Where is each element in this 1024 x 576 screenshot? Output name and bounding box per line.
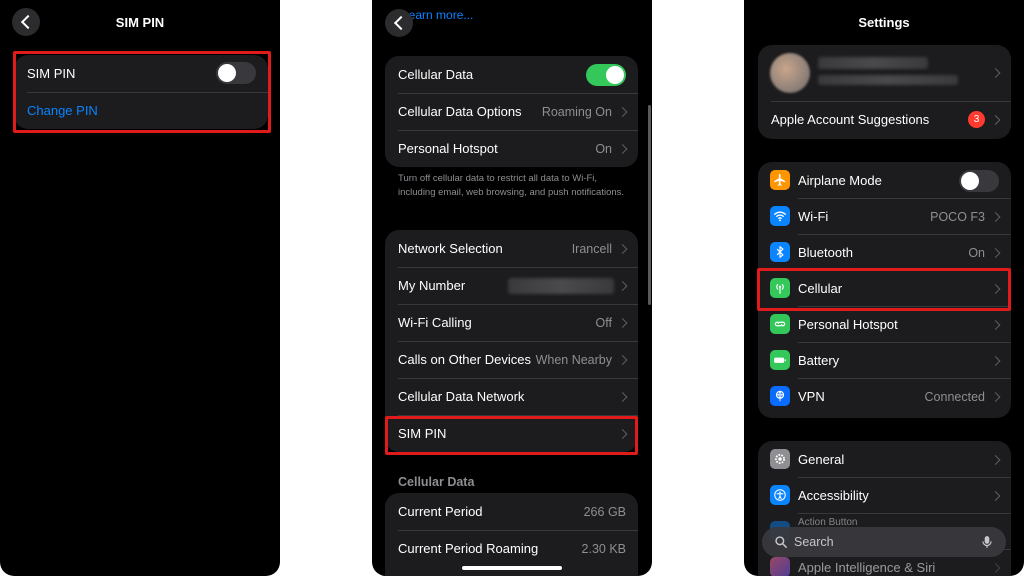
sim-pin-screen: SIM PIN SIM PIN Change PIN [0,0,280,576]
page-title: Settings [858,15,910,30]
redacted-subtitle [818,75,958,85]
chevron-right-icon [617,317,628,328]
cellular-data-toggle[interactable] [586,64,626,86]
current-period-roaming-row: Current Period Roaming 2.30 KB [398,541,626,556]
page-title: SIM PIN [115,15,165,30]
cellular-screen: Learn more... Cellular Data Cellular Dat… [372,0,652,576]
account-suggestions-row[interactable]: Apple Account Suggestions 3 [758,101,1011,138]
redacted-number [508,278,614,294]
microphone-icon[interactable] [980,534,994,550]
home-indicator [462,566,562,570]
hotspot-icon [770,314,790,334]
airplane-icon [770,170,790,190]
current-period-row: Current Period 266 GB [398,504,626,519]
usage-group: Current Period 266 GB Current Period Roa… [385,493,638,576]
bluetooth-icon [770,242,790,262]
network-selection-row[interactable]: Network Selection Irancell [385,230,638,267]
general-row[interactable]: General [758,441,1011,478]
cellular-data-options-row[interactable]: Cellular Data Options Roaming On [385,93,638,130]
chevron-right-icon [990,490,1001,501]
personal-hotspot-row[interactable]: Personal Hotspot On [385,130,638,167]
battery-row[interactable]: Battery [758,342,1011,379]
settings-screen: Settings Apple Account Suggestions 3 Air… [744,0,1024,576]
search-icon [775,536,787,548]
chevron-right-icon [990,562,1001,573]
airplane-mode-toggle[interactable] [959,170,999,192]
avatar [770,53,810,93]
chevron-right-icon [990,114,1001,125]
vpn-row[interactable]: VPN Connected [758,378,1011,415]
chevron-right-icon [617,106,628,117]
chevron-right-icon [617,354,628,365]
accessibility-icon [770,485,790,505]
bluetooth-row[interactable]: Bluetooth On [758,234,1011,271]
chevron-right-icon [617,280,628,291]
notification-badge: 3 [968,111,985,128]
redacted-name [818,57,928,69]
chevron-right-icon [617,391,628,402]
chevron-right-icon [990,68,1001,78]
personal-hotspot-row[interactable]: Personal Hotspot [758,306,1011,343]
search-input[interactable]: Search [794,535,834,549]
section-header: Cellular Data [398,475,475,489]
my-number-row[interactable]: My Number [385,267,638,304]
cellular-data-group: Cellular Data Cellular Data Options Roam… [385,56,638,167]
gear-icon [770,449,790,469]
chevron-right-icon [990,319,1001,330]
chevron-right-icon [990,247,1001,258]
highlight-box [757,268,1011,311]
airplane-mode-row: Airplane Mode [758,162,1011,199]
account-row[interactable] [758,45,1011,101]
highlight-box [385,416,638,455]
wifi-icon [770,206,790,226]
accessibility-row[interactable]: Accessibility [758,477,1011,514]
wifi-row[interactable]: Wi-Fi POCO F3 [758,198,1011,235]
chevron-right-icon [990,355,1001,366]
chevron-right-icon [617,143,628,154]
chevron-right-icon [617,243,628,254]
search-bar[interactable]: Search [762,527,1006,557]
cellular-footnote: Turn off cellular data to restrict all d… [398,173,625,198]
cellular-data-network-row[interactable]: Cellular Data Network [385,378,638,415]
chevron-right-icon [990,454,1001,465]
scrollbar[interactable] [648,105,651,305]
back-button[interactable] [385,9,413,37]
chevron-right-icon [990,211,1001,222]
battery-icon [770,350,790,370]
cellular-data-row: Cellular Data [385,56,638,93]
wifi-calling-row[interactable]: Wi-Fi Calling Off [385,304,638,341]
siri-icon [770,557,790,576]
chevron-right-icon [990,391,1001,402]
calls-other-devices-row[interactable]: Calls on Other Devices When Nearby [385,341,638,378]
account-group: Apple Account Suggestions 3 [758,45,1011,139]
highlight-box [13,51,271,133]
vpn-globe-icon [770,386,790,406]
